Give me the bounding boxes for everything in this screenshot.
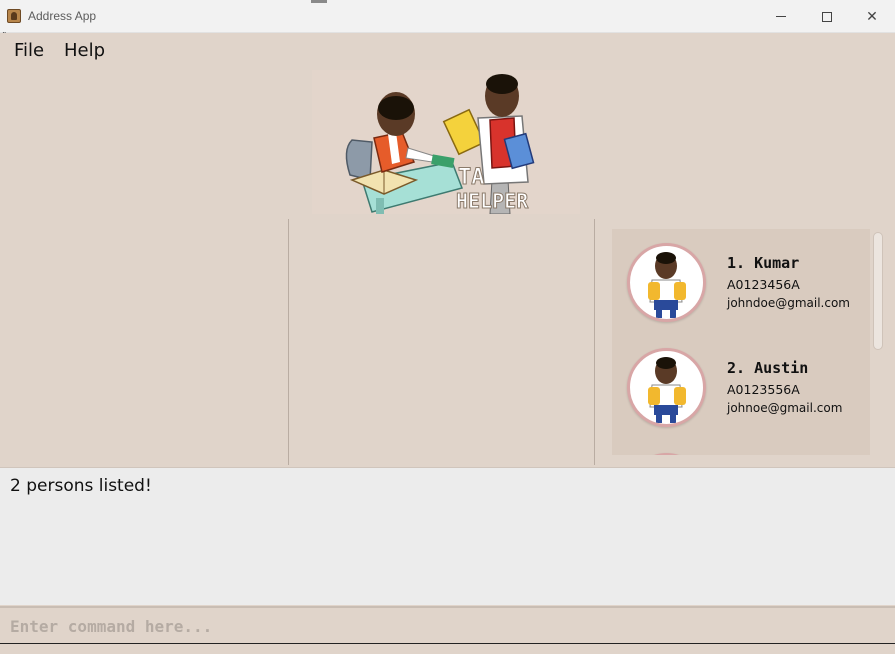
bottom-strip bbox=[0, 645, 895, 654]
app-icon bbox=[7, 9, 21, 23]
maximize-button[interactable] bbox=[804, 0, 850, 33]
person-name: 2. Austin bbox=[727, 359, 809, 377]
window-notch bbox=[311, 0, 327, 3]
person-card[interactable]: 1. Kumar A0123456A johndoe@gmail.com bbox=[612, 229, 870, 333]
ta-helper-logo: TA HELPER bbox=[312, 70, 580, 215]
person-avatar bbox=[627, 348, 706, 427]
title-bar: Address App ✕ bbox=[0, 0, 895, 33]
person-avatar bbox=[627, 243, 706, 322]
command-box[interactable] bbox=[0, 606, 895, 644]
person-email: johndoe@gmail.com bbox=[727, 296, 850, 310]
close-icon: ✕ bbox=[866, 8, 878, 25]
logo-text-ta: TA bbox=[458, 165, 485, 190]
command-input[interactable] bbox=[0, 608, 895, 644]
middle-panel bbox=[289, 219, 594, 465]
person-student-id: A0123556A bbox=[727, 382, 800, 397]
menu-overflow-icon: ¨ bbox=[2, 32, 8, 42]
close-button[interactable]: ✕ bbox=[849, 0, 895, 33]
person-list-scrollbar[interactable] bbox=[873, 232, 883, 350]
menu-help[interactable]: Help bbox=[64, 40, 105, 61]
panel-divider-right[interactable] bbox=[594, 219, 595, 465]
result-display: 2 persons listed! bbox=[0, 467, 895, 605]
person-list[interactable]: 1. Kumar A0123456A johndoe@gmail.com 2. … bbox=[612, 229, 870, 455]
window-title: Address App bbox=[28, 9, 97, 23]
left-panel bbox=[0, 219, 288, 465]
minimize-button[interactable] bbox=[758, 0, 804, 33]
person-student-id: A0123456A bbox=[727, 277, 800, 292]
minimize-icon bbox=[776, 16, 786, 17]
person-card[interactable]: 2. Austin A0123556A johnoe@gmail.com bbox=[612, 334, 870, 438]
logo-text-helper: HELPER bbox=[456, 189, 529, 213]
person-avatar bbox=[627, 453, 706, 455]
person-name: 1. Kumar bbox=[727, 254, 800, 272]
menu-file[interactable]: File bbox=[14, 40, 44, 61]
maximize-icon bbox=[822, 11, 832, 22]
person-card-partial[interactable] bbox=[612, 439, 870, 455]
person-email: johnoe@gmail.com bbox=[727, 401, 843, 415]
result-message: 2 persons listed! bbox=[10, 476, 152, 496]
